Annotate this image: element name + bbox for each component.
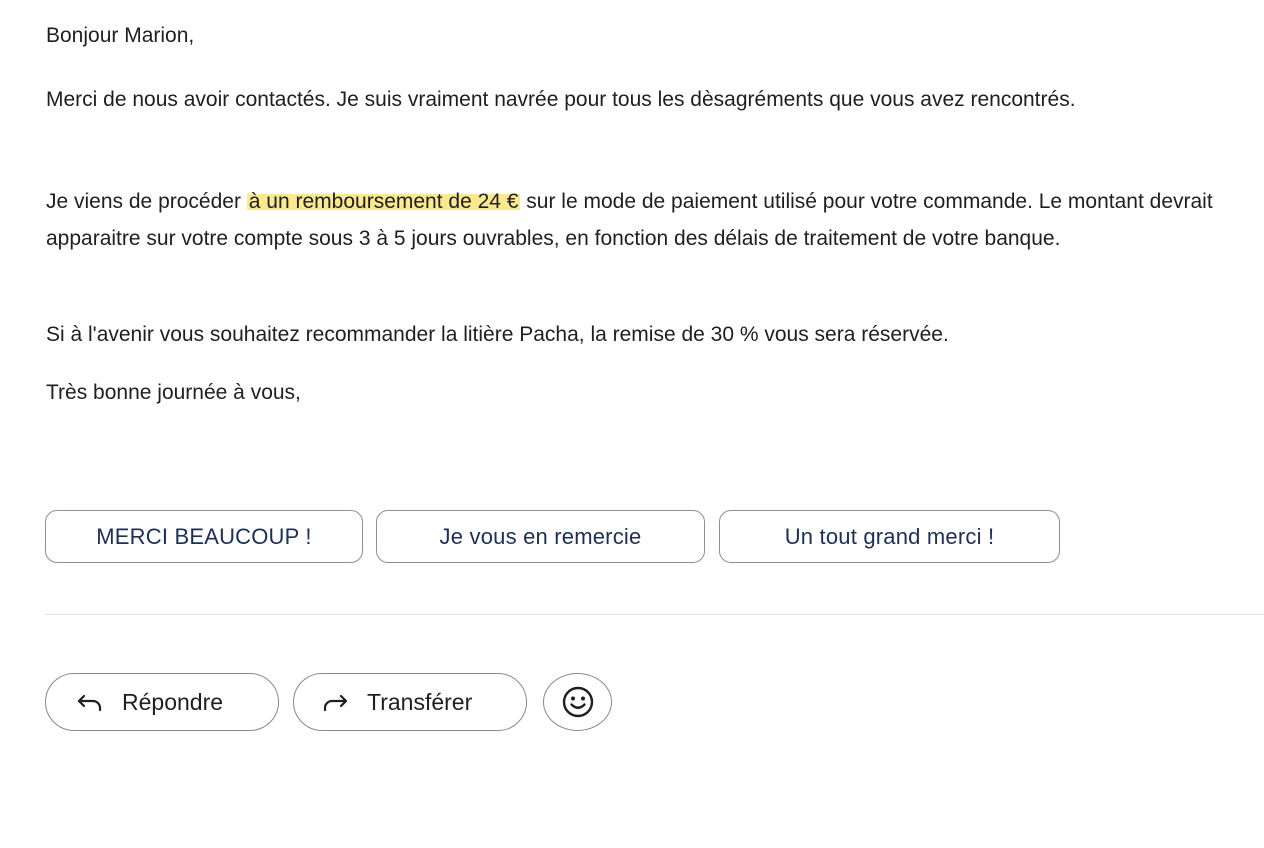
email-paragraph-future: Si à l'avenir vous souhaitez recommander… — [46, 323, 949, 346]
email-view: Bonjour Marion, Merci de nous avoir cont… — [0, 0, 1264, 848]
reply-arrow-icon — [76, 690, 106, 714]
email-closing: Très bonne journée à vous, — [46, 381, 301, 404]
divider — [45, 614, 1264, 615]
refund-text-before: Je viens de procéder — [46, 190, 247, 213]
email-greeting: Bonjour Marion, — [46, 24, 195, 47]
refund-highlight: à un remboursement de 24 € — [246, 190, 521, 213]
smart-reply-chip[interactable]: Un tout grand merci ! — [719, 510, 1060, 563]
reply-label: Répondre — [122, 688, 224, 715]
email-paragraph-thanks: Merci de nous avoir contactés. Je suis v… — [46, 88, 1076, 111]
emoji-reaction-button[interactable] — [543, 673, 612, 731]
smart-reply-chip[interactable]: Je vous en remercie — [376, 510, 705, 563]
smiley-face-icon — [561, 685, 595, 719]
smart-reply-chip[interactable]: MERCI BEAUCOUP ! — [45, 510, 363, 563]
reply-button[interactable]: Répondre — [45, 673, 279, 731]
email-paragraph-refund: Je viens de procéder à un remboursement … — [46, 183, 1262, 257]
forward-arrow-icon — [321, 690, 351, 714]
forward-button[interactable]: Transférer — [293, 673, 527, 731]
forward-label: Transférer — [367, 688, 473, 715]
